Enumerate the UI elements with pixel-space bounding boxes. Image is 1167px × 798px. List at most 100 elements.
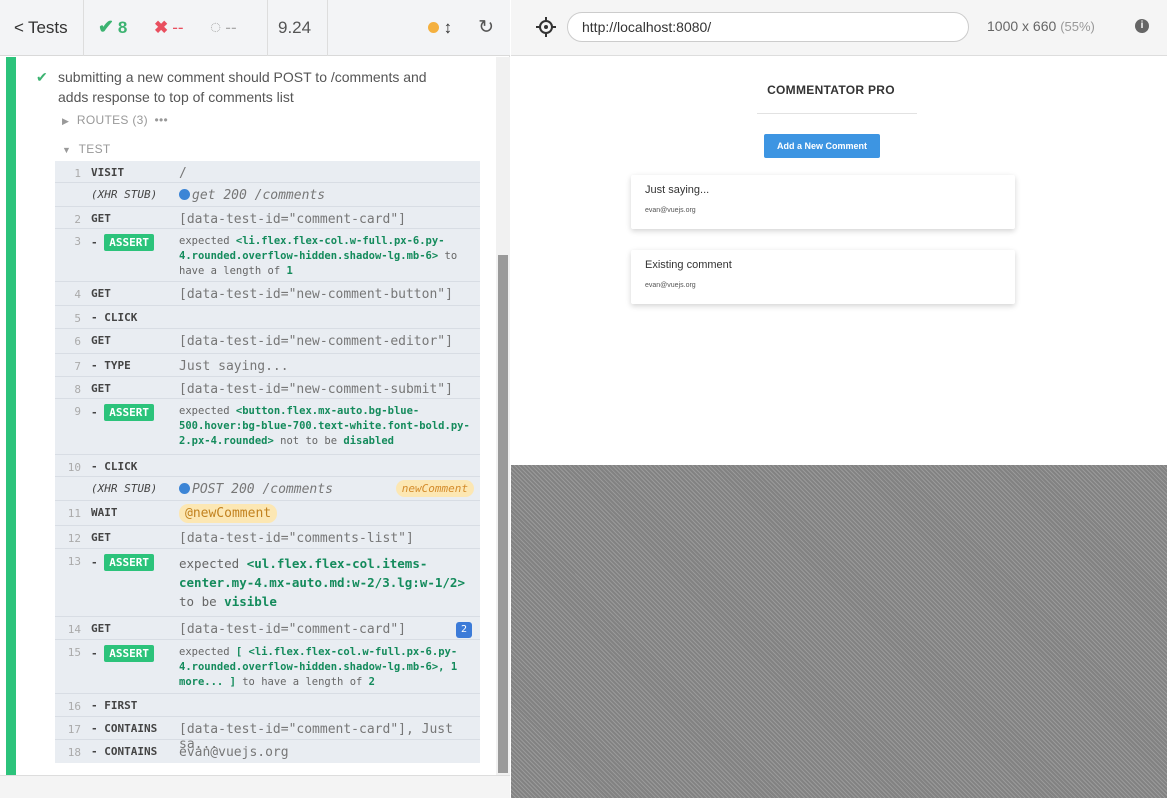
command-number: 6 <box>74 335 81 348</box>
command-name: - ASSERT <box>81 640 179 693</box>
command-message: [data-test-id="comment-card"] <box>179 212 406 227</box>
command-message: [data-test-id="new-comment-button"] <box>179 287 453 302</box>
xhr-status: 200 <box>223 188 247 203</box>
tests-label: Tests <box>27 17 68 37</box>
test-state-bar <box>6 57 16 775</box>
command-name: - ASSERT <box>81 229 179 281</box>
command-number: 13 <box>67 555 81 568</box>
add-comment-button[interactable]: Add a New Comment <box>764 134 880 158</box>
command-name: GET <box>91 334 111 347</box>
xhr-status-icon <box>179 483 190 494</box>
command-row[interactable]: 2 GET [data-test-id="comment-card"] <box>55 207 480 229</box>
xhr-method: get <box>192 188 216 203</box>
info-icon[interactable]: i <box>1135 19 1149 33</box>
elements-count-badge: 2 <box>456 622 472 638</box>
pending-count: -- <box>225 17 237 37</box>
passed-stat: ✔ 8 <box>84 0 142 56</box>
circle-notch-icon: ◌ <box>210 16 222 38</box>
command-row[interactable]: 1 VISIT / <box>55 161 480 183</box>
assert-tail: to have a length of <box>242 676 363 688</box>
routes-toggle[interactable]: ▶ ROUTES (3) ••• <box>62 113 168 127</box>
assert-value: visible <box>224 594 277 609</box>
url-field[interactable]: http://localhost:8080/ <box>567 12 969 42</box>
command-number: 4 <box>74 288 81 301</box>
command-row[interactable]: (XHR STUB) POST 200 /comments newComment <box>55 477 480 501</box>
viewport-dimensions: 1000 x 660 <box>987 18 1057 34</box>
selector-playground-icon[interactable] <box>535 16 557 38</box>
command-name: - ASSERT <box>81 399 179 454</box>
command-row[interactable]: 16 - FIRST <box>55 694 480 717</box>
reporter-footer <box>0 775 510 798</box>
command-row[interactable]: 11 WAIT @newComment <box>55 501 480 526</box>
command-number: 5 <box>74 312 81 325</box>
command-message: @newComment <box>179 501 480 525</box>
arrows-vertical-icon: ↕ <box>443 17 453 37</box>
command-number: 15 <box>67 646 81 659</box>
routes-label: ROUTES (3) <box>76 113 148 127</box>
command-name: VISIT <box>91 166 125 179</box>
command-name: - CLICK <box>91 460 138 473</box>
command-number: 8 <box>74 383 81 396</box>
command-row[interactable]: 17 - CONTAINS [data-test-id="comment-car… <box>55 717 480 752</box>
assert-message: expected [ <li.flex.flex-col.w-full.px-6… <box>179 640 480 693</box>
command-row[interactable]: 4 GET [data-test-id="new-comment-button"… <box>55 282 480 306</box>
command-row[interactable]: 3 - ASSERT expected <li.flex.flex-col.w-… <box>55 229 480 282</box>
caret-right-icon: ▶ <box>62 116 70 126</box>
command-row[interactable]: 7 - TYPE Just saying... <box>55 354 480 377</box>
command-row[interactable]: 5 - CLICK <box>55 306 480 329</box>
assert-message: expected <li.flex.flex-col.w-full.px-6.p… <box>179 229 480 281</box>
pending-stat: ◌ -- <box>200 0 268 56</box>
xhr-status: 200 <box>231 482 255 497</box>
comment-text: Existing comment <box>645 259 732 271</box>
ellipsis-icon: ••• <box>154 113 169 127</box>
assert-tail: to be <box>179 594 217 609</box>
command-row[interactable]: 18 - CONTAINS evan@vuejs.org <box>55 740 480 763</box>
assert-value: disabled <box>343 435 394 447</box>
check-icon: ✔ <box>36 69 48 85</box>
restart-icon[interactable]: ↻ <box>478 16 494 39</box>
x-icon: ✖ <box>154 17 169 37</box>
command-number: 11 <box>67 507 81 520</box>
reporter-scroll-thumb[interactable] <box>498 255 508 773</box>
comment-card: Just saying... evan@vuejs.org <box>631 175 1015 229</box>
auto-scroll-toggle[interactable]: ↕ <box>427 17 453 38</box>
command-number: 1 <box>74 167 81 180</box>
aut-scrollbar[interactable] <box>1151 57 1167 465</box>
tests-button[interactable]: < Tests <box>0 0 84 56</box>
command-name: - CONTAINS <box>91 722 158 735</box>
assert-tail: not to be <box>280 435 338 447</box>
command-row[interactable]: 10 - CLICK <box>55 455 480 477</box>
wait-alias: @newComment <box>179 504 278 523</box>
xhr-path: /comments <box>262 482 333 497</box>
command-number: 3 <box>74 235 81 248</box>
command-row[interactable]: 13 - ASSERT expected <ul.flex.flex-col.i… <box>55 549 480 617</box>
command-message <box>179 306 480 328</box>
assert-value: 1 <box>286 265 293 277</box>
command-log: 1 VISIT / (XHR STUB) get 200 /comments 2… <box>55 161 480 763</box>
aut-iframe: COMMENTATOR PRO Add a New Comment Just s… <box>511 57 1151 465</box>
command-row[interactable]: 8 GET [data-test-id="new-comment-submit"… <box>55 377 480 399</box>
command-message: evan@vuejs.org <box>179 745 289 760</box>
command-number: 9 <box>74 405 81 418</box>
command-number: 12 <box>67 532 81 545</box>
command-number: 2 <box>74 213 81 226</box>
assert-badge: ASSERT <box>104 645 154 662</box>
command-name: GET <box>91 287 111 300</box>
command-row[interactable]: 9 - ASSERT expected <button.flex.mx-auto… <box>55 399 480 455</box>
expected-label: expected <box>179 405 230 417</box>
command-row[interactable]: 6 GET [data-test-id="new-comment-editor"… <box>55 329 480 354</box>
command-name: (XHR STUB) <box>91 188 158 201</box>
running-dot-icon <box>427 22 439 33</box>
command-name: (XHR STUB) <box>91 482 158 495</box>
expected-label: expected <box>179 556 240 571</box>
comment-card: Existing comment evan@vuejs.org <box>631 250 1015 304</box>
assert-value: 2 <box>368 676 375 688</box>
command-row[interactable]: 12 GET [data-test-id="comments-list"] <box>55 526 480 549</box>
xhr-method: POST <box>192 482 224 497</box>
command-row[interactable]: 14 GET [data-test-id="comment-card"] 2 <box>55 617 480 640</box>
chevron-left-icon: < <box>14 17 24 37</box>
command-row[interactable]: 15 - ASSERT expected [ <li.flex.flex-col… <box>55 640 480 694</box>
test-title[interactable]: ✔ submitting a new comment should POST t… <box>36 67 458 107</box>
test-section-toggle[interactable]: ▼ TEST <box>62 142 111 156</box>
command-row[interactable]: (XHR STUB) get 200 /comments <box>55 183 480 207</box>
